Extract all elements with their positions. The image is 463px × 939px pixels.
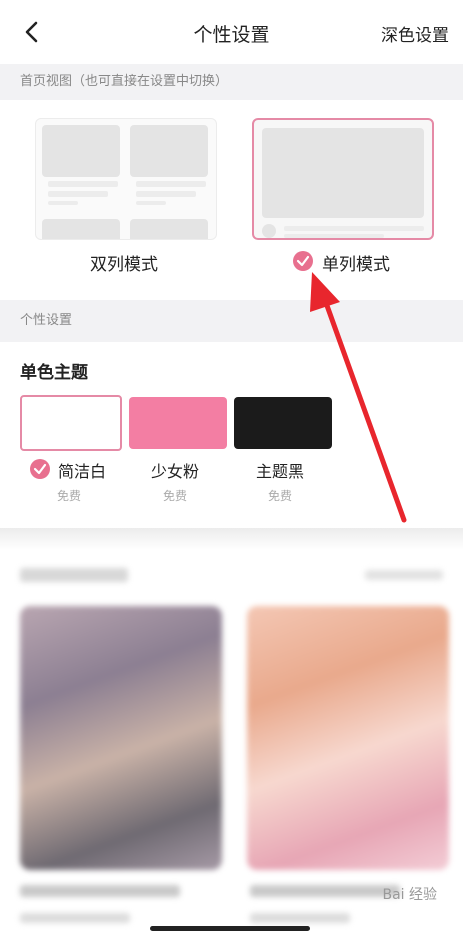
- home-indicator: [150, 926, 310, 931]
- annotation-arrow: [310, 272, 407, 523]
- watermark: Bai 经验: [382, 887, 437, 903]
